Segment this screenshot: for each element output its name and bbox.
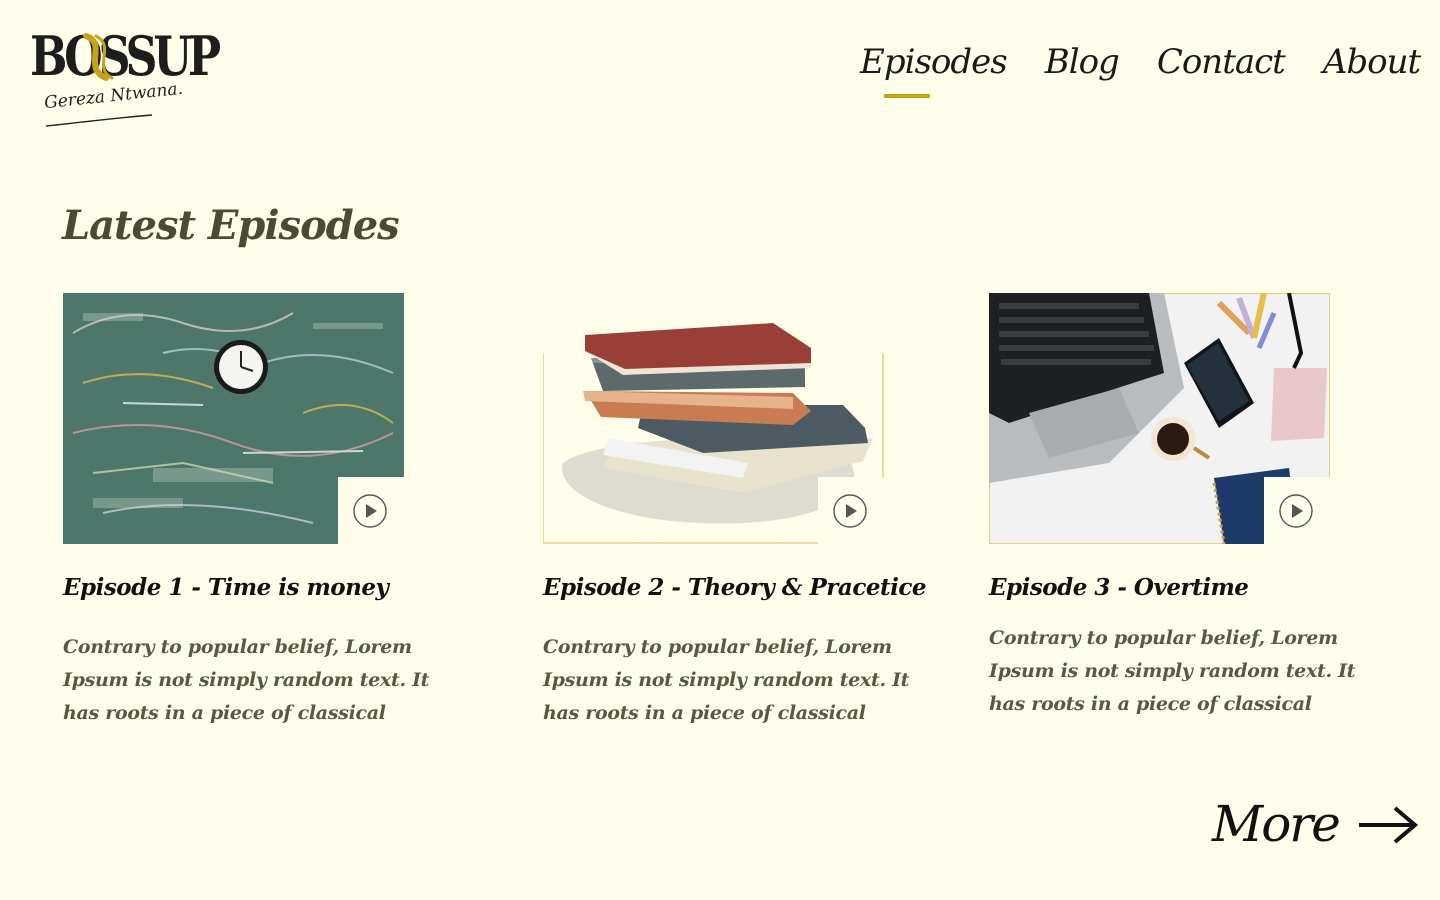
more-label: More [1212, 795, 1341, 853]
episode-description: Contrary to popular belief, Lorem Ipsum … [989, 627, 1356, 715]
episode-thumbnail[interactable] [63, 293, 404, 544]
nav-item-episodes[interactable]: Episodes [860, 36, 1008, 88]
nav-item-about[interactable]: About [1323, 36, 1421, 88]
arrow-right-icon [1358, 806, 1418, 844]
play-icon[interactable] [353, 494, 387, 528]
play-icon[interactable] [833, 494, 867, 528]
episode-title[interactable]: Episode 2 - Theory & Pracetice [543, 565, 926, 611]
logo-swoosh-icon [83, 33, 114, 81]
episode-description: Contrary to popular belief, Lorem Ipsum … [63, 636, 430, 724]
episode-title[interactable]: Episode 3 - Overtime [989, 565, 1249, 611]
episode-card: Episode 2 - Theory & Pracetice Contrary … [543, 293, 943, 724]
more-link[interactable]: More [1212, 786, 1419, 862]
episode-card: Episode 3 - Overtime Contrary to popular… [989, 293, 1389, 715]
play-box [818, 477, 884, 544]
main-nav: Episodes Blog Contact About [860, 36, 1421, 88]
episode-description: Contrary to popular belief, Lorem Ipsum … [543, 636, 910, 724]
episode-thumbnail[interactable] [989, 293, 1330, 544]
brand-logo[interactable]: BOSSUP Gereza Ntwana. [30, 28, 221, 128]
play-box [338, 477, 404, 544]
play-icon[interactable] [1279, 494, 1313, 528]
episode-title[interactable]: Episode 1 - Time is money [63, 565, 389, 611]
nav-item-contact[interactable]: Contact [1157, 36, 1286, 88]
episode-thumbnail[interactable] [543, 293, 884, 544]
logo-wordmark: BOSSUP [30, 24, 221, 88]
signature-underline [45, 114, 153, 127]
play-box [1264, 477, 1330, 544]
episode-card: Episode 1 - Time is money Contrary to po… [63, 293, 463, 724]
nav-item-blog[interactable]: Blog [1045, 36, 1120, 88]
active-nav-indicator [884, 94, 930, 98]
page-title: Latest Episodes [62, 202, 400, 249]
